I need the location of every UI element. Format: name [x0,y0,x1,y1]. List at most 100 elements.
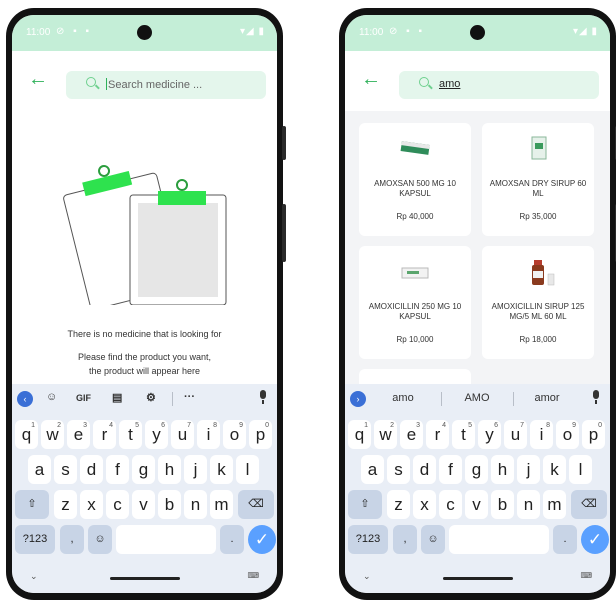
product-card[interactable]: AMOXSAN DRY SIRUP 60 ML Rp 35,000 [482,123,594,236]
clipboard-icon[interactable]: ▤ [112,391,122,404]
key-g[interactable]: g [465,455,488,484]
keyboard-switch-icon[interactable]: ⌨ [247,571,259,580]
toolbar-collapse-icon[interactable]: ‹ [17,391,33,407]
emoji-key[interactable]: ☺ [421,525,445,554]
key-f[interactable]: f [106,455,129,484]
keyboard-switch-icon[interactable]: ⌨ [580,571,592,580]
enter-key[interactable]: ✓ [581,525,609,554]
key-z[interactable]: z [54,490,77,519]
key-k[interactable]: k [210,455,233,484]
key-n[interactable]: n [517,490,540,519]
key-d[interactable]: d [80,455,103,484]
key-g[interactable]: g [132,455,155,484]
back-arrow-icon[interactable]: ← [28,69,48,89]
microphone-icon[interactable] [592,390,600,404]
key-q-label: q [354,425,365,444]
key-m[interactable]: m [543,490,566,519]
key-q[interactable]: q1 [348,420,371,449]
product-card[interactable] [359,369,471,384]
key-k[interactable]: k [543,455,566,484]
key-y[interactable]: y6 [145,420,168,449]
microphone-icon[interactable] [259,390,267,404]
key-r[interactable]: r4 [426,420,449,449]
key-s[interactable]: s [387,455,410,484]
suggestion-2[interactable]: AMO [447,392,507,404]
key-r[interactable]: r4 [93,420,116,449]
key-o[interactable]: o9 [556,420,579,449]
key-p[interactable]: p0 [249,420,272,449]
key-f[interactable]: f [439,455,462,484]
gif-button[interactable]: GIF [76,393,91,403]
key-z[interactable]: z [387,490,410,519]
key-n[interactable]: n [184,490,207,519]
key-p[interactable]: p0 [582,420,605,449]
space-key[interactable] [449,525,549,554]
toolbar-expand-icon[interactable]: › [350,391,366,407]
collapse-keyboard-icon[interactable]: ⌄ [363,571,371,582]
key-b[interactable]: b [158,490,181,519]
settings-gear-icon[interactable]: ⚙ [146,391,156,404]
key-x[interactable]: x [80,490,103,519]
key-j[interactable]: j [517,455,540,484]
search-input[interactable]: Search medicine ... [66,71,266,99]
search-input[interactable]: amo [399,71,599,99]
key-e[interactable]: e3 [400,420,423,449]
key-t[interactable]: t5 [452,420,475,449]
key-s[interactable]: s [54,455,77,484]
backspace-key[interactable]: ⌫ [571,490,607,519]
period-key[interactable]: . [220,525,244,554]
key-q[interactable]: q1 [15,420,38,449]
key-u[interactable]: u7 [171,420,194,449]
key-u[interactable]: u7 [504,420,527,449]
symbols-key[interactable]: ?123 [15,525,55,554]
key-o[interactable]: o9 [223,420,246,449]
period-key[interactable]: . [553,525,577,554]
key-t[interactable]: t5 [119,420,142,449]
back-arrow-icon[interactable]: ← [361,69,381,89]
status-bar: 11:00 ⊘ ▪ ▪ ▾◢ ▮ [12,15,277,51]
comma-key[interactable]: , [60,525,84,554]
key-v[interactable]: v [465,490,488,519]
key-w[interactable]: w2 [41,420,64,449]
key-j[interactable]: j [184,455,207,484]
key-e[interactable]: e3 [67,420,90,449]
key-m[interactable]: m [210,490,233,519]
space-key[interactable] [116,525,216,554]
enter-key[interactable]: ✓ [248,525,276,554]
product-card[interactable]: AMOXICILLIN SIRUP 125 MG/5 ML 60 ML Rp 1… [482,246,594,359]
product-card[interactable]: AMOXSAN 500 MG 10 KAPSUL Rp 40,000 [359,123,471,236]
suggestion-3[interactable]: amor [517,392,577,404]
key-b[interactable]: b [491,490,514,519]
home-gesture-bar[interactable] [443,577,513,580]
key-i[interactable]: i8 [530,420,553,449]
emoji-key[interactable]: ☺ [88,525,112,554]
shift-key[interactable]: ⇧ [15,490,49,519]
shift-key[interactable]: ⇧ [348,490,382,519]
key-y[interactable]: y6 [478,420,501,449]
key-v[interactable]: v [132,490,155,519]
collapse-keyboard-icon[interactable]: ⌄ [30,571,38,582]
key-l[interactable]: l [569,455,592,484]
product-card[interactable]: AMOXICILLIN 250 MG 10 KAPSUL Rp 10,000 [359,246,471,359]
key-c[interactable]: c [106,490,129,519]
key-h[interactable]: h [491,455,514,484]
key-t-hint: 5 [468,422,472,429]
home-gesture-bar[interactable] [110,577,180,580]
more-options-icon[interactable]: ··· [184,391,195,403]
sticker-icon[interactable]: ☺ [46,391,57,403]
key-w[interactable]: w2 [374,420,397,449]
symbols-key[interactable]: ?123 [348,525,388,554]
product-image [531,136,547,160]
key-d[interactable]: d [413,455,436,484]
key-l[interactable]: l [236,455,259,484]
key-a[interactable]: a [361,455,384,484]
key-h[interactable]: h [158,455,181,484]
key-i[interactable]: i8 [197,420,220,449]
backspace-key[interactable]: ⌫ [238,490,274,519]
key-a[interactable]: a [28,455,51,484]
key-x[interactable]: x [413,490,436,519]
soft-keyboard: ‹ ☺ GIF ▤ ⚙ ··· q1w2e3r4t5y6u7i8o9p0 asd… [12,384,277,593]
suggestion-1[interactable]: amo [373,392,433,404]
comma-key[interactable]: , [393,525,417,554]
key-c[interactable]: c [439,490,462,519]
